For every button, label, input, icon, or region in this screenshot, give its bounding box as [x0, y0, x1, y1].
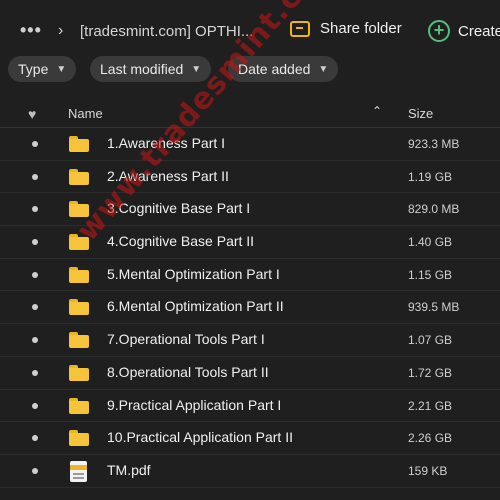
file-name[interactable]: 8.Operational Tools Part II: [107, 364, 269, 380]
file-name[interactable]: 6.Mental Optimization Part II: [107, 298, 284, 314]
create-label: Create: [458, 22, 500, 40]
file-name[interactable]: 2.Awareness Part II: [107, 168, 229, 184]
file-size: 829.0 MB: [408, 202, 460, 217]
file-size: 2.26 GB: [408, 431, 453, 446]
file-name[interactable]: TM.pdf: [107, 462, 151, 478]
file-list: 1.Awareness Part I 923.3 MB 2.Awareness …: [0, 128, 500, 488]
folder-icon: [69, 234, 89, 251]
sort-ascending-icon[interactable]: ⌃: [372, 104, 382, 118]
file-row[interactable]: 2.Awareness Part II 1.19 GB: [0, 161, 500, 194]
chevron-down-icon: ▼: [191, 63, 202, 75]
file-row[interactable]: 5.Mental Optimization Part I 1.15 GB: [0, 259, 500, 292]
file-size: 1.15 GB: [408, 267, 453, 282]
folder-icon: [69, 136, 89, 152]
folder-icon: [69, 397, 89, 414]
share-icon: [290, 20, 310, 37]
file-size: 2.21 GB: [408, 398, 453, 413]
bullet-icon: [32, 173, 38, 180]
file-name[interactable]: 4.Cognitive Base Part II: [107, 233, 254, 249]
folder-icon: [69, 332, 89, 349]
filter-bar: Type ▼ Last modified ▼ Date added ▼: [0, 56, 500, 84]
bullet-icon: [32, 271, 38, 278]
file-size: 159 KB: [408, 463, 448, 478]
bullet-icon: [32, 435, 38, 442]
file-size: 1.40 GB: [408, 235, 453, 250]
bullet-icon: [32, 402, 38, 409]
filter-date-added-label: Date added: [238, 61, 311, 77]
bullet-icon: [32, 239, 38, 246]
file-row[interactable]: 4.Cognitive Base Part II 1.40 GB: [0, 226, 500, 259]
file-size: 1.72 GB: [408, 365, 453, 380]
file-row[interactable]: 9.Practical Application Part I 2.21 GB: [0, 390, 500, 423]
column-header: ♥ Name ⌃ Size: [0, 100, 500, 128]
file-row[interactable]: 10.Practical Application Part II 2.26 GB: [0, 422, 500, 455]
folder-icon: [69, 168, 89, 185]
file-size: 923.3 MB: [408, 137, 460, 151]
folder-icon: [69, 266, 89, 283]
name-column-header[interactable]: Name: [68, 106, 103, 121]
pdf-file-icon: [70, 460, 87, 482]
folder-icon: [69, 201, 89, 218]
file-row[interactable]: 6.Mental Optimization Part II 939.5 MB: [0, 291, 500, 325]
heart-icon[interactable]: ♥: [28, 106, 36, 122]
folder-icon: [69, 364, 89, 381]
file-row[interactable]: TM.pdf 159 KB: [0, 455, 500, 488]
file-name[interactable]: 5.Mental Optimization Part I: [107, 266, 280, 282]
file-size: 1.07 GB: [408, 333, 453, 348]
file-name[interactable]: 3.Cognitive Base Part I: [107, 200, 250, 216]
filter-date-added-dropdown[interactable]: Date added ▼: [228, 56, 339, 82]
bullet-icon: [32, 141, 38, 147]
bullet-icon: [32, 337, 38, 344]
file-row[interactable]: 1.Awareness Part I 923.3 MB: [0, 128, 500, 161]
file-size: 1.19 GB: [408, 169, 453, 184]
plus-icon: +: [428, 20, 450, 42]
chevron-right-icon: ›: [58, 22, 64, 39]
filter-type-label: Type: [18, 61, 49, 77]
share-folder-button[interactable]: Share folder: [290, 20, 402, 37]
filter-last-modified-dropdown[interactable]: Last modified ▼: [90, 56, 212, 82]
file-row[interactable]: 8.Operational Tools Part II 1.72 GB: [0, 357, 500, 390]
file-name[interactable]: 7.Operational Tools Part I: [107, 331, 265, 347]
chevron-down-icon: ▼: [318, 63, 329, 75]
bullet-icon: [32, 304, 38, 311]
file-name[interactable]: 1.Awareness Part I: [107, 135, 225, 151]
file-size: 939.5 MB: [408, 300, 460, 315]
bullet-icon: [32, 467, 38, 474]
file-name[interactable]: 9.Practical Application Part I: [107, 397, 281, 413]
file-row[interactable]: 3.Cognitive Base Part I 829.0 MB: [0, 193, 500, 227]
bullet-icon: [32, 206, 38, 213]
more-options-button[interactable]: •••: [20, 21, 42, 39]
bullet-icon: [32, 369, 38, 376]
filter-last-modified-label: Last modified: [100, 61, 184, 77]
breadcrumb[interactable]: [tradesmint.com] OPTHI...: [80, 22, 253, 42]
filter-type-dropdown[interactable]: Type ▼: [8, 56, 77, 82]
file-row[interactable]: 7.Operational Tools Part I 1.07 GB: [0, 324, 500, 357]
top-bar: ••• › [tradesmint.com] OPTHI... Share fo…: [0, 0, 500, 60]
chevron-down-icon: ▼: [56, 63, 67, 75]
folder-icon: [69, 299, 89, 316]
share-folder-label: Share folder: [320, 20, 402, 37]
size-column-header[interactable]: Size: [408, 106, 433, 121]
file-name[interactable]: 10.Practical Application Part II: [107, 429, 293, 445]
folder-icon: [69, 430, 89, 447]
create-button[interactable]: + Create: [428, 20, 500, 42]
